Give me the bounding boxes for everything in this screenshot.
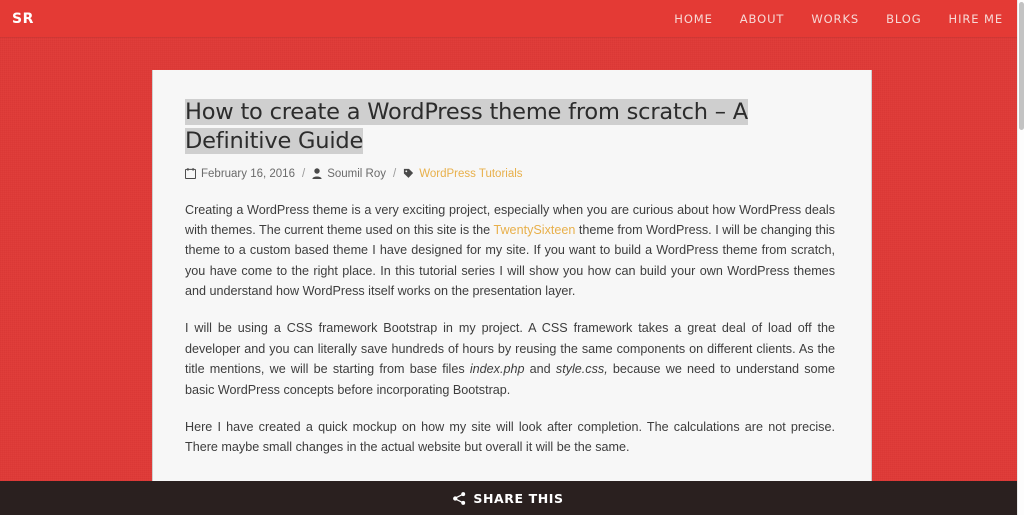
- calendar-icon: [185, 168, 196, 179]
- meta-separator-2: /: [393, 167, 397, 180]
- share-bar: SHARE THIS: [0, 481, 1017, 515]
- nav-item-about[interactable]: ABOUT: [740, 12, 785, 26]
- post-author[interactable]: Soumil Roy: [327, 168, 386, 180]
- post-paragraph-1: Creating a WordPress theme is a very exc…: [185, 200, 835, 302]
- content-area: How to create a WordPress theme from scr…: [152, 70, 872, 515]
- twentysixteen-link[interactable]: TwentySixteen: [493, 223, 575, 237]
- post-category-link[interactable]: WordPress Tutorials: [419, 168, 522, 180]
- post-date: February 16, 2016: [201, 167, 295, 180]
- post-title-text: How to create a WordPress theme from scr…: [185, 99, 748, 155]
- page-title: How to create a WordPress theme from scr…: [185, 98, 830, 157]
- main-navigation: HOME ABOUT WORKS BLOG HIRE ME: [674, 12, 1017, 26]
- post-paragraph-3: Here I have created a quick mockup on ho…: [185, 420, 835, 455]
- share-this-label: SHARE THIS: [473, 490, 564, 506]
- site-header: SR HOME ABOUT WORKS BLOG HIRE ME: [0, 0, 1017, 37]
- post-meta: February 16, 2016 / Soumil Roy / WordPre…: [185, 168, 841, 180]
- user-icon: [312, 168, 322, 179]
- meta-separator-1: /: [301, 167, 306, 180]
- nav-item-hire-me[interactable]: HIRE ME: [949, 12, 1003, 26]
- blog-post: How to create a WordPress theme from scr…: [153, 70, 871, 515]
- vertical-scrollbar[interactable]: [1017, 0, 1024, 515]
- share-icon: [453, 491, 466, 505]
- index-php-filename: index.php: [469, 362, 525, 377]
- nav-item-home[interactable]: HOME: [674, 12, 713, 26]
- tag-icon: [403, 168, 414, 179]
- nav-item-blog[interactable]: BLOG: [886, 12, 921, 26]
- paragraph-2-part-2: and: [524, 362, 556, 377]
- post-paragraph-2: I will be using a CSS framework Bootstra…: [185, 318, 835, 400]
- share-this-button[interactable]: SHARE THIS: [453, 491, 563, 506]
- style-css-filename: style.css,: [555, 362, 608, 377]
- nav-item-works[interactable]: WORKS: [811, 12, 859, 26]
- scrollbar-thumb[interactable]: [1019, 2, 1024, 130]
- site-logo[interactable]: SR: [0, 11, 34, 27]
